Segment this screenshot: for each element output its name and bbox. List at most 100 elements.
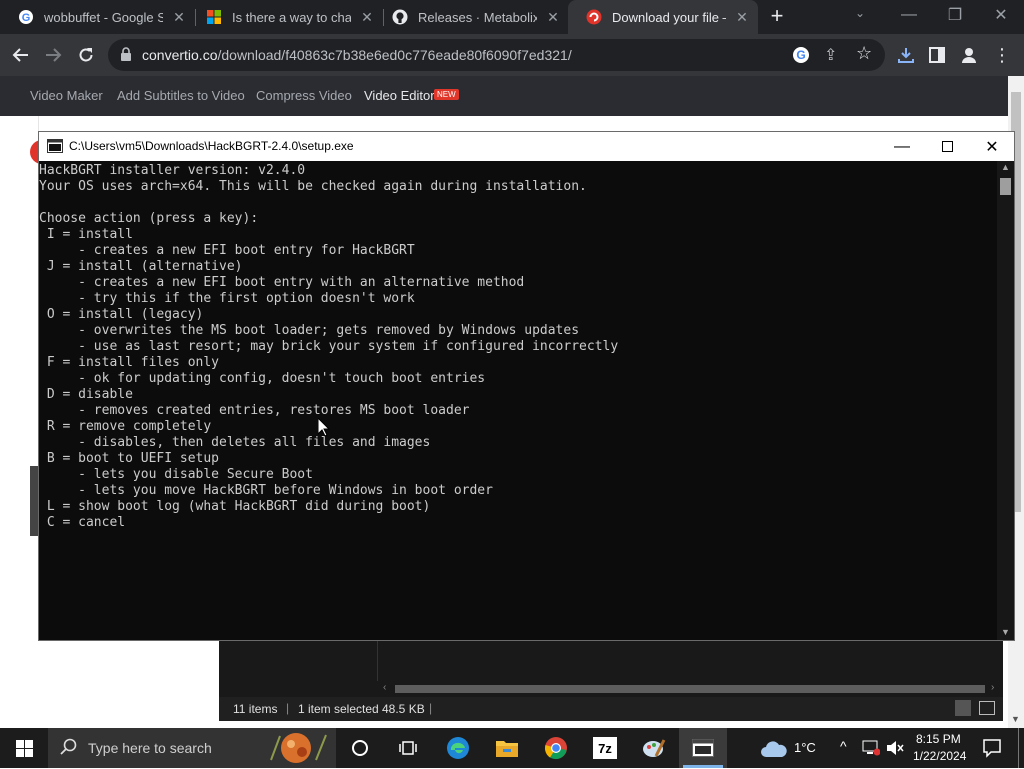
cortana-icon[interactable]: [336, 728, 384, 768]
explorer-scroll-thumb[interactable]: [395, 685, 985, 693]
bookmark-star-icon[interactable]: ☆: [856, 43, 872, 64]
nav-video-maker[interactable]: Video Maker: [30, 88, 103, 103]
google-lens-icon[interactable]: G: [792, 46, 810, 67]
nav-video-editor[interactable]: Video Editor: [364, 88, 435, 103]
side-panel-icon[interactable]: [924, 42, 950, 68]
close-tab-icon[interactable]: ✕: [359, 9, 375, 25]
mouse-cursor-icon: [317, 416, 331, 440]
scroll-right-icon[interactable]: ›: [991, 682, 994, 693]
edge-icon[interactable]: [434, 728, 482, 768]
page-sidebar-fragment: [30, 466, 38, 536]
details-view-icon[interactable]: [955, 700, 971, 716]
nav-compress-video[interactable]: Compress Video: [256, 88, 352, 103]
lock-icon[interactable]: [120, 47, 132, 64]
url-domain: convertio.co: [142, 47, 218, 63]
console-title: C:\Users\vm5\Downloads\HackBGRT-2.4.0\se…: [69, 139, 354, 153]
address-bar[interactable]: convertio.co/download/f40863c7b38e6ed0c7…: [108, 39, 885, 71]
console-line: - lets you move HackBGRT before Windows …: [39, 483, 493, 498]
clock-date[interactable]: 1/22/2024: [913, 749, 966, 763]
new-badge: NEW: [434, 89, 459, 100]
close-window-icon[interactable]: ✕: [978, 0, 1024, 30]
console-window: C:\Users\vm5\Downloads\HackBGRT-2.4.0\se…: [38, 131, 1015, 641]
menu-icon[interactable]: ⋮: [989, 42, 1015, 68]
back-icon[interactable]: [8, 42, 34, 68]
search-highlight-image: [266, 730, 332, 766]
console-scroll-thumb[interactable]: [1000, 178, 1011, 195]
console-line: - creates a new EFI boot entry for HackB…: [39, 243, 415, 258]
console-maximize-icon[interactable]: [924, 132, 970, 161]
url-path: /download/f40863c7b38e6ed0c776eade80f609…: [217, 47, 572, 63]
close-tab-icon[interactable]: ✕: [545, 9, 561, 25]
scroll-down-arrow-icon[interactable]: ▼: [1001, 627, 1010, 637]
task-view-icon[interactable]: [384, 728, 432, 768]
console-line: - creates a new EFI boot entry with an a…: [39, 275, 525, 290]
forward-icon[interactable]: [40, 42, 66, 68]
7zip-icon[interactable]: 7z: [581, 728, 629, 768]
network-icon[interactable]: [862, 740, 881, 759]
console-line: - ok for updating config, doesn't touch …: [39, 371, 486, 386]
scroll-left-icon[interactable]: ‹: [383, 682, 386, 693]
explorer-nav-pane: [219, 641, 378, 681]
clock-time[interactable]: 8:15 PM: [916, 732, 961, 746]
chrome-icon[interactable]: [532, 728, 580, 768]
console-line: - removes created entries, restores MS b…: [39, 403, 470, 418]
console-line: B = boot to UEFI setup: [39, 451, 220, 466]
file-explorer-icon[interactable]: [483, 728, 531, 768]
download-icon[interactable]: [893, 42, 919, 68]
scroll-up-arrow-icon[interactable]: ▲: [1001, 162, 1010, 172]
url-text[interactable]: convertio.co/download/f40863c7b38e6ed0c7…: [142, 47, 572, 63]
tab-title: wobbuffet - Google Se: [44, 9, 163, 25]
svg-text:G: G: [22, 12, 31, 24]
tab-convertio-download[interactable]: Download your file — ✕: [568, 0, 758, 34]
convertio-icon: [586, 9, 602, 25]
console-line: I = install: [39, 227, 133, 242]
console-output[interactable]: HackBGRT installer version: v2.4.0 Your O…: [39, 163, 994, 531]
tab-github-releases[interactable]: Releases · Metabolix/H ✕: [374, 0, 569, 34]
paint-icon[interactable]: [630, 728, 678, 768]
console-line: Choose action (press a key):: [39, 211, 259, 226]
tab-title: Releases · Metabolix/H: [418, 9, 537, 25]
console-line: - overwrites the MS boot loader; gets re…: [39, 323, 580, 338]
console-line: - disables, then deletes all files and i…: [39, 435, 431, 450]
share-icon[interactable]: ⇪: [824, 45, 837, 65]
console-line: - lets you disable Secure Boot: [39, 467, 313, 482]
console-app-icon: [47, 139, 63, 156]
tab-microsoft-answers[interactable]: Is there a way to chang ✕: [188, 0, 383, 34]
tab-title: Is there a way to chang: [232, 9, 351, 25]
browser-tab-strip: G wobbuffet - Google Se ✕ Is there a way…: [0, 0, 1024, 34]
svg-text:G: G: [796, 48, 805, 62]
console-line: R = remove completely: [39, 419, 212, 434]
console-scrollbar[interactable]: ▲ ▼: [997, 161, 1014, 640]
tab-title: Download your file —: [612, 9, 726, 25]
minimize-icon[interactable]: —: [886, 0, 932, 30]
tab-search-icon[interactable]: ⌄: [855, 6, 871, 20]
console-minimize-icon[interactable]: —: [879, 132, 925, 161]
status-divider: |: [286, 701, 290, 715]
show-desktop-button[interactable]: [1018, 728, 1024, 768]
console-title-bar[interactable]: C:\Users\vm5\Downloads\HackBGRT-2.4.0\se…: [39, 132, 1014, 161]
microsoft-icon: [206, 9, 222, 25]
close-tab-icon[interactable]: ✕: [734, 9, 750, 25]
console-line: O = install (legacy): [39, 307, 204, 322]
new-tab-icon[interactable]: +: [764, 5, 790, 28]
notification-center-icon[interactable]: [982, 738, 1002, 761]
nav-add-subtitles[interactable]: Add Subtitles to Video: [117, 88, 245, 103]
tiles-view-icon[interactable]: [979, 701, 995, 715]
profile-icon[interactable]: [956, 42, 982, 68]
console-close-icon[interactable]: ✕: [969, 132, 1015, 161]
taskbar-search-box[interactable]: Type here to search: [48, 728, 336, 768]
close-tab-icon[interactable]: ✕: [171, 9, 187, 25]
console-line: D = disable: [39, 387, 133, 402]
windows-start-icon[interactable]: [0, 728, 48, 768]
show-hidden-icons-icon[interactable]: ^: [840, 738, 847, 754]
console-taskbar-icon[interactable]: [679, 728, 727, 768]
tab-google-search[interactable]: G wobbuffet - Google Se ✕: [0, 0, 195, 34]
scroll-down-arrow-icon[interactable]: ▼: [1011, 714, 1020, 724]
restore-icon[interactable]: ❐: [932, 0, 978, 30]
reload-icon[interactable]: [73, 42, 99, 68]
weather-cloud-icon[interactable]: [760, 737, 788, 762]
weather-temperature[interactable]: 1°C: [794, 740, 816, 755]
explorer-hscrollbar[interactable]: ‹ ›: [379, 682, 999, 695]
volume-muted-icon[interactable]: [886, 740, 904, 759]
